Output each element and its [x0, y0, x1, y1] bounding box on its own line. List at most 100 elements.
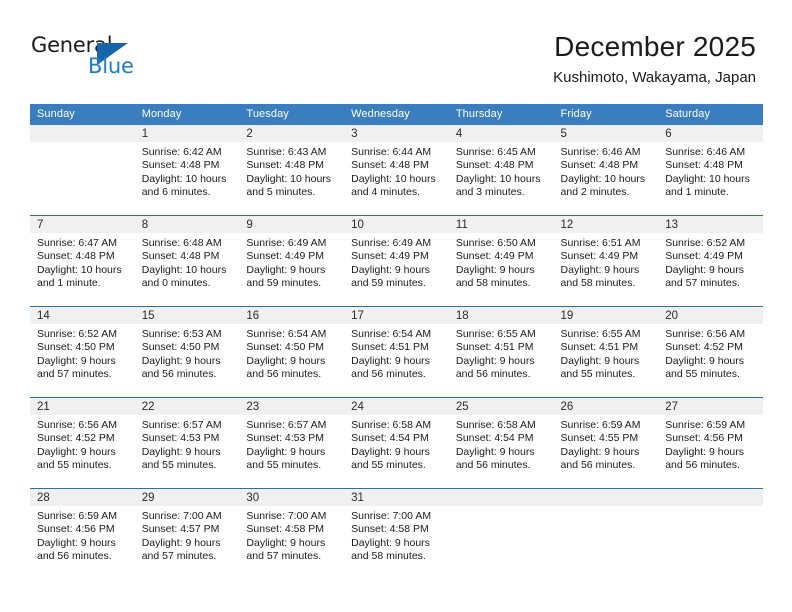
day-number: 25	[455, 401, 469, 413]
calendar-day-cell[interactable]: 9 Sunrise: 6:49 AM Sunset: 4:49 PM Daylight…	[239, 215, 345, 307]
day-number-band: 11	[448, 216, 554, 233]
calendar-day-cell[interactable]: 12 Sunrise: 6:51 AM Sunset: 4:49 PM Dayligh…	[553, 215, 659, 307]
calendar-day-cell[interactable]: 8 Sunrise: 6:48 AM Sunset: 4:48 PM Daylight…	[134, 215, 240, 307]
calendar-grid: Sunday Monday Tuesday Wednesday Thursday…	[30, 104, 763, 579]
calendar-day-cell[interactable]: 28 Sunrise: 6:59 AM Sunset: 4:56 PM Dayligh…	[30, 488, 135, 579]
calendar-day-cell[interactable]: 1 Sunrise: 6:42 AM Sunset: 4:48 PM Daylight…	[134, 125, 240, 216]
calendar-day-cell[interactable]: 13 Sunrise: 6:52 AM Sunset: 4:49 PM Dayligh…	[658, 215, 763, 307]
calendar-day-cell[interactable]: 10 Sunrise: 6:49 AM Sunset: 4:49 PM Dayligh…	[344, 215, 449, 307]
calendar-day-cell[interactable]: 5 Sunrise: 6:46 AM Sunset: 4:48 PM Daylight…	[553, 125, 659, 216]
day-details: Sunrise: 6:59 AM Sunset: 4:56 PM Daylight:…	[30, 506, 135, 563]
day-details	[658, 506, 763, 510]
weekday-header-sunday: Sunday	[30, 104, 135, 125]
calendar-week-row: 14 Sunrise: 6:52 AM Sunset: 4:50 PM Dayligh…	[30, 306, 763, 398]
sunrise-time: Sunrise: 6:49 AM	[351, 237, 432, 249]
day-number-band: 4	[448, 125, 554, 142]
day-number-band: 29	[134, 489, 240, 506]
calendar-day-cell[interactable]: 18 Sunrise: 6:55 AM Sunset: 4:51 PM Dayligh…	[448, 306, 554, 398]
daylight-duration-line1: Daylight: 10 hours	[37, 263, 122, 276]
day-cell-inner	[448, 489, 554, 579]
daylight-duration-line2: and 58 minutes.	[560, 276, 636, 289]
calendar-day-cell[interactable]: 26 Sunrise: 6:59 AM Sunset: 4:55 PM Dayligh…	[553, 397, 659, 489]
day-details: Sunrise: 6:47 AM Sunset: 4:48 PM Daylight:…	[30, 233, 135, 290]
day-number-band: 3	[344, 125, 449, 142]
sunset-time: Sunset: 4:48 PM	[246, 159, 325, 172]
daylight-duration-line2: and 1 minute.	[37, 276, 101, 289]
daylight-duration-line1: Daylight: 9 hours	[455, 445, 535, 458]
calendar-day-cell[interactable]: 14 Sunrise: 6:52 AM Sunset: 4:50 PM Dayligh…	[30, 306, 135, 398]
sunrise-time: Sunrise: 6:56 AM	[37, 419, 117, 431]
daylight-duration-line2: and 5 minutes.	[246, 185, 316, 198]
day-cell-inner: 17 Sunrise: 6:54 AM Sunset: 4:51 PM Dayligh…	[344, 307, 449, 397]
day-details	[449, 506, 554, 510]
sunset-time: Sunset: 4:48 PM	[455, 159, 534, 172]
sunset-time: Sunset: 4:50 PM	[37, 341, 115, 354]
calendar-day-cell[interactable]: 17 Sunrise: 6:54 AM Sunset: 4:51 PM Dayligh…	[344, 306, 449, 398]
calendar-day-cell[interactable]: 19 Sunrise: 6:55 AM Sunset: 4:51 PM Dayligh…	[553, 306, 659, 398]
day-number: 3	[351, 128, 358, 140]
day-details: Sunrise: 6:53 AM Sunset: 4:50 PM Daylight:…	[135, 324, 240, 381]
sunrise-time: Sunrise: 6:58 AM	[455, 419, 536, 431]
calendar-day-cell[interactable]: 4 Sunrise: 6:45 AM Sunset: 4:48 PM Daylight…	[448, 125, 554, 216]
daylight-duration-line2: and 55 minutes.	[37, 458, 112, 471]
day-number	[658, 489, 763, 491]
day-cell-inner: 2 Sunrise: 6:43 AM Sunset: 4:48 PM Daylight…	[239, 125, 345, 215]
day-number: 19	[560, 310, 574, 322]
calendar-day-cell[interactable]: 24 Sunrise: 6:58 AM Sunset: 4:54 PM Dayligh…	[344, 397, 449, 489]
calendar-day-cell[interactable]: 23 Sunrise: 6:57 AM Sunset: 4:53 PM Dayligh…	[239, 397, 345, 489]
sunset-time: Sunset: 4:49 PM	[351, 250, 429, 263]
daylight-duration-line1: Daylight: 9 hours	[141, 536, 221, 549]
calendar-day-cell[interactable]: 25 Sunrise: 6:58 AM Sunset: 4:54 PM Dayligh…	[448, 397, 554, 489]
day-details: Sunrise: 6:52 AM Sunset: 4:50 PM Daylight:…	[30, 324, 135, 381]
sunset-time: Sunset: 4:58 PM	[351, 523, 429, 536]
day-number: 9	[246, 219, 253, 231]
calendar-day-cell[interactable]: 16 Sunrise: 6:54 AM Sunset: 4:50 PM Dayligh…	[239, 306, 345, 398]
day-cell-inner: 23 Sunrise: 6:57 AM Sunset: 4:53 PM Dayligh…	[239, 398, 345, 488]
sunset-time: Sunset: 4:49 PM	[246, 250, 325, 263]
day-cell-inner: 25 Sunrise: 6:58 AM Sunset: 4:54 PM Dayligh…	[448, 398, 554, 488]
page-subtitle: Kushimoto, Wakayama, Japan	[553, 69, 756, 86]
calendar-day-cell[interactable]: 29 Sunrise: 7:00 AM Sunset: 4:57 PM Dayligh…	[134, 488, 240, 579]
day-details	[554, 506, 659, 510]
daylight-duration-line1: Daylight: 9 hours	[37, 536, 116, 549]
page-title: December 2025	[554, 31, 756, 62]
daylight-duration-line2: and 58 minutes.	[455, 276, 531, 289]
day-details: Sunrise: 6:46 AM Sunset: 4:48 PM Daylight:…	[554, 142, 659, 199]
general-blue-logo[interactable]: General Blue	[31, 33, 161, 85]
day-number-band: 18	[448, 307, 554, 324]
calendar-day-cell[interactable]: 21 Sunrise: 6:56 AM Sunset: 4:52 PM Dayligh…	[30, 397, 135, 489]
calendar-day-cell[interactable]: 27 Sunrise: 6:59 AM Sunset: 4:56 PM Dayligh…	[658, 397, 763, 489]
calendar-day-cell[interactable]: 2 Sunrise: 6:43 AM Sunset: 4:48 PM Daylight…	[239, 125, 345, 216]
daylight-duration-line2: and 57 minutes.	[665, 276, 740, 289]
day-details: Sunrise: 7:00 AM Sunset: 4:58 PM Daylight:…	[344, 506, 449, 563]
day-number-band: 20	[658, 307, 763, 324]
day-details: Sunrise: 6:57 AM Sunset: 4:53 PM Daylight:…	[239, 415, 344, 472]
calendar-day-cell[interactable]: 15 Sunrise: 6:53 AM Sunset: 4:50 PM Dayligh…	[134, 306, 240, 398]
sunset-time: Sunset: 4:51 PM	[351, 341, 429, 354]
calendar-day-cell[interactable]: 6 Sunrise: 6:46 AM Sunset: 4:48 PM Daylight…	[658, 125, 763, 216]
daylight-duration-line1: Daylight: 9 hours	[351, 536, 430, 549]
daylight-duration-line1: Daylight: 9 hours	[246, 263, 326, 276]
calendar-day-cell[interactable]: 20 Sunrise: 6:56 AM Sunset: 4:52 PM Dayligh…	[658, 306, 763, 398]
daylight-duration-line2: and 3 minutes.	[455, 185, 525, 198]
calendar-day-cell[interactable]: 3 Sunrise: 6:44 AM Sunset: 4:48 PM Daylight…	[344, 125, 449, 216]
sunrise-time: Sunrise: 6:45 AM	[455, 146, 536, 158]
calendar-day-cell[interactable]: 7 Sunrise: 6:47 AM Sunset: 4:48 PM Daylight…	[30, 215, 135, 307]
logo-text-blue: Blue	[88, 54, 134, 78]
calendar-day-cell[interactable]: 30 Sunrise: 7:00 AM Sunset: 4:58 PM Dayligh…	[239, 488, 345, 579]
day-number-band: 15	[134, 307, 240, 324]
daylight-duration-line1: Daylight: 9 hours	[665, 354, 745, 367]
day-number: 16	[246, 310, 260, 322]
daylight-duration-line1: Daylight: 9 hours	[37, 354, 116, 367]
day-number-band: 21	[30, 398, 135, 415]
day-number-band: 6	[658, 125, 763, 142]
day-details: Sunrise: 6:50 AM Sunset: 4:49 PM Daylight:…	[449, 233, 554, 290]
calendar-day-cell[interactable]: 11 Sunrise: 6:50 AM Sunset: 4:49 PM Dayligh…	[448, 215, 554, 307]
daylight-duration-line1: Daylight: 9 hours	[246, 536, 326, 549]
calendar-day-cell[interactable]: 22 Sunrise: 6:57 AM Sunset: 4:53 PM Dayligh…	[134, 397, 240, 489]
calendar-day-cell[interactable]: 31 Sunrise: 7:00 AM Sunset: 4:58 PM Dayligh…	[344, 488, 449, 579]
sunset-time: Sunset: 4:48 PM	[141, 159, 220, 172]
sunrise-time: Sunrise: 6:56 AM	[665, 328, 746, 340]
sunrise-time: Sunrise: 7:00 AM	[141, 510, 222, 522]
day-cell-inner: 3 Sunrise: 6:44 AM Sunset: 4:48 PM Daylight…	[344, 125, 449, 215]
